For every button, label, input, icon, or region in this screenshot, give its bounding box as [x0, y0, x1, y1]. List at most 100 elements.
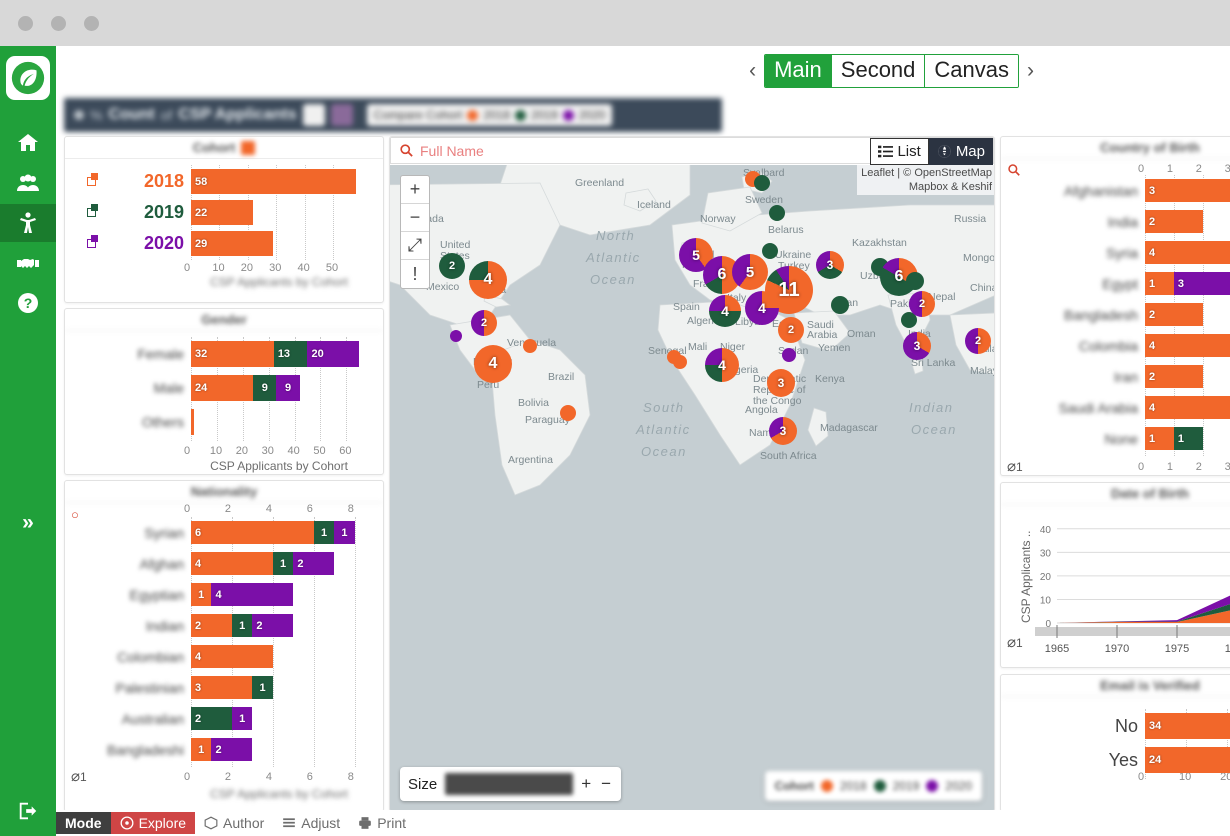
bar-segment[interactable]: 24 [1145, 747, 1230, 773]
bar-segment[interactable]: 58 [191, 169, 356, 194]
sidebar-item-groups[interactable] [0, 164, 56, 202]
row-label[interactable]: Male [65, 375, 191, 401]
row-label[interactable]: Syria [1001, 241, 1145, 264]
bar-segment[interactable]: 2 [191, 707, 232, 730]
attribution-line-2[interactable]: Mapbox & Keshif [861, 180, 992, 194]
bar-segment[interactable]: 1 [1145, 272, 1174, 295]
map-marker[interactable] [769, 205, 785, 221]
map-marker[interactable] [782, 348, 796, 362]
legend-dot-2020[interactable] [926, 780, 939, 792]
tab-second[interactable]: Second [831, 55, 926, 87]
refresh-button[interactable] [302, 104, 325, 126]
map-marker[interactable] [560, 405, 576, 421]
compare-swatch-2020[interactable] [562, 109, 574, 121]
row-label[interactable]: 2020 [65, 231, 191, 256]
bar-segment[interactable]: 2 [252, 614, 294, 637]
bar-segment[interactable]: 1 [1145, 427, 1174, 450]
map-marker[interactable] [523, 339, 537, 353]
bar-segment[interactable]: 1 [191, 583, 212, 606]
bar-segment[interactable]: 3 [1173, 272, 1230, 295]
bar-segment[interactable]: 2 [1145, 303, 1203, 326]
bar-segment[interactable]: 4 [211, 583, 294, 606]
canvas-prev-button[interactable]: ‹ [749, 59, 756, 83]
missing-count[interactable]: ⌀1 [71, 767, 87, 785]
row-label[interactable]: Egyptian [65, 583, 191, 606]
bar-segment[interactable]: 1 [252, 676, 273, 699]
row-label[interactable]: Australian [65, 707, 191, 730]
map-search-bar[interactable]: Full Name List Map [390, 137, 994, 165]
dob-missing-count[interactable]: ⌀1 [1007, 633, 1023, 651]
map-marker[interactable]: 2 [909, 291, 935, 317]
sidebar-item-home[interactable] [0, 124, 56, 162]
map-canvas[interactable]: CanadaUnitedStatesMexicoCubaVenezuelaEcu… [390, 165, 994, 811]
map-marker[interactable]: 4 [745, 291, 779, 325]
row-label[interactable]: 2018 [65, 169, 191, 194]
legend-dot-2018[interactable] [820, 780, 833, 792]
map-marker[interactable] [450, 330, 462, 342]
missing-count[interactable]: ⌀1 [1007, 457, 1023, 475]
map-marker[interactable]: 3 [903, 332, 931, 360]
bar-segment[interactable]: 1 [272, 552, 294, 575]
compare-cohort-control[interactable]: Compare Cohort 2018 2019 2020 [366, 104, 613, 126]
bar-segment[interactable]: 1 [334, 521, 355, 544]
map-alert-button[interactable]: ! [401, 260, 429, 288]
map-marker[interactable]: 4 [709, 295, 741, 327]
app-logo-icon[interactable] [6, 56, 50, 100]
compare-swatch-2019[interactable] [515, 109, 527, 121]
sidebar-expand-button[interactable]: » [0, 508, 56, 538]
map-marker[interactable] [831, 296, 849, 314]
row-label[interactable]: Bangladesh [1001, 303, 1145, 326]
bar-segment[interactable]: 2 [1145, 210, 1203, 233]
bar-segment[interactable]: 29 [191, 231, 274, 256]
row-label[interactable]: Iran [1001, 365, 1145, 388]
bar-segment[interactable]: 3 [191, 676, 253, 699]
bar-segment[interactable]: 2 [1145, 365, 1203, 388]
tab-main[interactable]: Main [765, 55, 832, 87]
legend-dot-2019[interactable] [873, 780, 886, 792]
bar-segment[interactable]: 1 [1173, 427, 1203, 450]
color-palette-button[interactable] [330, 104, 353, 126]
tab-canvas[interactable]: Canvas [925, 55, 1018, 87]
size-measure-select[interactable] [445, 773, 574, 795]
row-label[interactable]: Palestinian [65, 676, 191, 699]
bar-segment[interactable]: 2 [191, 614, 232, 637]
bar-segment[interactable]: 4 [191, 552, 273, 575]
bar-segment[interactable]: 4 [191, 645, 273, 668]
fit-bounds-button[interactable]: ⤢ [401, 232, 429, 260]
bar-segment[interactable]: 20 [307, 341, 360, 367]
minimize-window-dot[interactable] [51, 16, 66, 31]
canvas-next-button[interactable]: › [1027, 59, 1034, 83]
bar-segment[interactable]: 6 [191, 521, 314, 544]
row-label[interactable]: Syrian [65, 521, 191, 544]
zoom-out-button[interactable]: − [401, 204, 429, 232]
map-marker[interactable]: 3 [769, 417, 797, 445]
row-label[interactable]: None [1001, 427, 1145, 450]
percent-toggle[interactable]: % [90, 107, 102, 123]
bar-segment[interactable]: 2 [211, 738, 253, 761]
bar-segment[interactable]: 9 [253, 375, 277, 401]
maximize-window-dot[interactable] [84, 16, 99, 31]
row-label[interactable]: Saudi Arabia [1001, 396, 1145, 419]
map-marker[interactable]: 5 [732, 254, 768, 290]
bar-segment[interactable]: 34 [1145, 713, 1230, 739]
mode-print-button[interactable]: Print [349, 812, 415, 834]
bar-segment[interactable]: 1 [313, 521, 335, 544]
compare-swatch-2018[interactable] [467, 109, 479, 121]
map-marker[interactable]: 3 [816, 251, 844, 279]
dob-area-chart[interactable]: 403020100919651970197519801985CSP Applic… [1001, 507, 1230, 667]
bar-segment[interactable]: 13 [273, 341, 308, 367]
map-marker[interactable]: 4 [705, 348, 739, 382]
attribution-line-1[interactable]: Leaflet | © OpenStreetMap [861, 166, 992, 180]
row-label[interactable]: Colombia [1001, 334, 1145, 357]
bar-segment[interactable]: 9 [276, 375, 300, 401]
mode-adjust-button[interactable]: Adjust [273, 812, 349, 834]
bar-segment[interactable]: 4 [1145, 334, 1230, 357]
bar-segment[interactable]: 4 [1145, 241, 1230, 264]
row-label[interactable]: Bangladeshi [65, 738, 191, 761]
row-label[interactable]: 2019 [65, 200, 191, 225]
row-label[interactable]: Indian [65, 614, 191, 637]
sidebar-item-applicants[interactable] [0, 204, 56, 242]
map-marker[interactable]: 4 [474, 345, 512, 383]
bar-segment[interactable]: 22 [191, 200, 254, 225]
sidebar-item-help[interactable]: ? [0, 284, 56, 322]
